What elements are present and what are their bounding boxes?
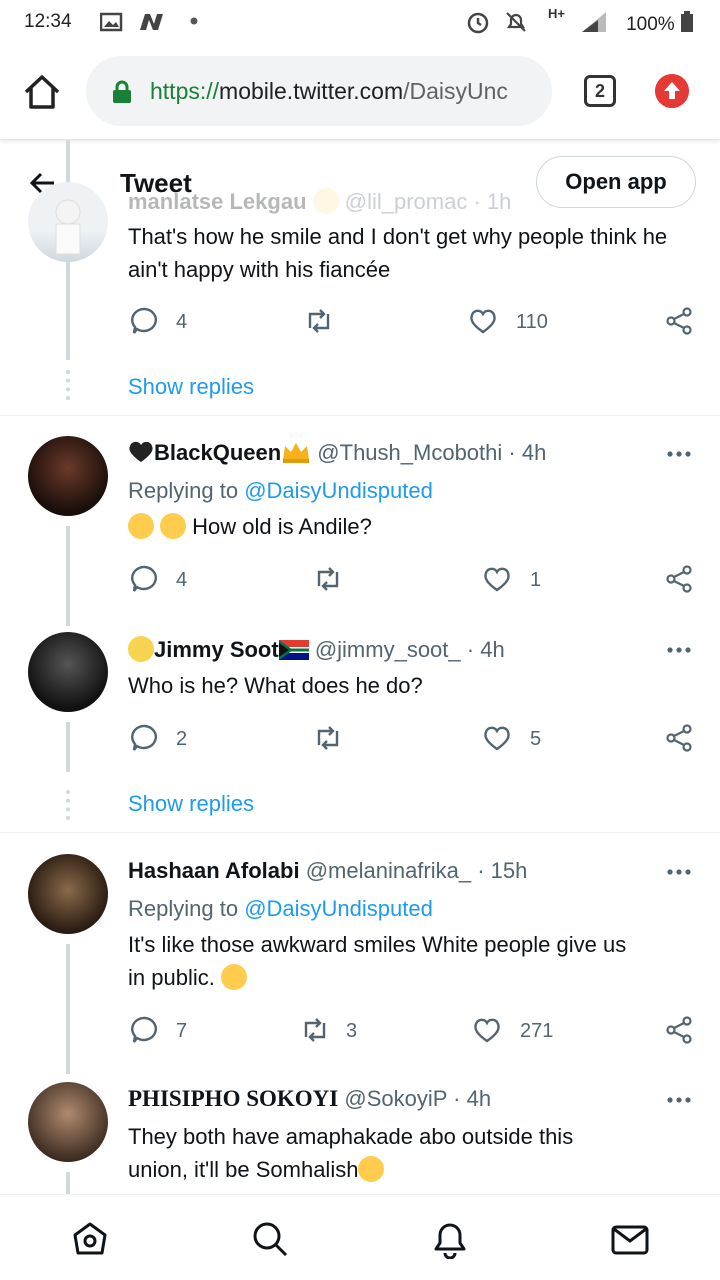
- like-icon[interactable]: [472, 1015, 502, 1045]
- like-icon[interactable]: [482, 564, 512, 594]
- retweet-icon[interactable]: [304, 306, 334, 336]
- mention-link[interactable]: @DaisyUndisputed: [244, 478, 433, 503]
- open-app-button[interactable]: Open app: [536, 156, 696, 208]
- tweet-text: That's how he smile and I don't get why …: [128, 224, 668, 282]
- thread-dots: [66, 790, 70, 820]
- url-field[interactable]: https://mobile.twitter.com/DaisyUnc: [86, 56, 552, 126]
- replying-to: Replying to @DaisyUndisputed: [128, 896, 433, 921]
- tweet-text: Who is he? What does he do?: [128, 673, 423, 698]
- mention-link[interactable]: @DaisyUndisputed: [244, 896, 433, 921]
- divider: [0, 832, 720, 833]
- tweet-header-line: Hashaan Afolabi @melaninafrika_ · 15h: [128, 858, 528, 883]
- home-icon[interactable]: [22, 72, 62, 112]
- alarm-icon: [467, 12, 489, 34]
- thread-line: [66, 526, 70, 626]
- page-title: Tweet: [120, 168, 192, 198]
- signal-icon: [582, 12, 606, 32]
- like-icon[interactable]: [468, 306, 498, 336]
- black-heart-icon: [129, 441, 153, 462]
- network-type: H+: [548, 6, 565, 21]
- like-icon[interactable]: [482, 723, 512, 753]
- retweet-count: 3: [346, 1020, 358, 1042]
- thread-dots: [66, 370, 70, 400]
- reply-icon[interactable]: [130, 564, 160, 594]
- notification-dot-icon: [190, 17, 198, 25]
- reply-count: 4: [176, 569, 188, 591]
- bottom-navigation: [0, 1194, 720, 1280]
- notifications-bell-icon[interactable]: [430, 1219, 470, 1259]
- messages-mail-icon[interactable]: [610, 1219, 650, 1259]
- lock-icon: [113, 80, 131, 103]
- like-count: 271: [520, 1020, 554, 1042]
- replies-timeline: manlatse Lekgau @lil_promac · 1h That's …: [0, 140, 720, 1194]
- thread-line: [66, 944, 70, 1074]
- like-count: 1: [530, 569, 542, 591]
- more-options-icon[interactable]: [666, 1096, 692, 1104]
- battery-icon: [681, 11, 693, 32]
- tweet-text: It's like those awkward smiles White peo…: [128, 932, 627, 990]
- retweet-icon[interactable]: [300, 1015, 330, 1045]
- dvd-emoji-icon: [128, 636, 154, 662]
- like-count: 5: [530, 728, 542, 750]
- status-time: 12:34: [24, 11, 72, 32]
- url-text: https://mobile.twitter.com/DaisyUnc: [150, 78, 508, 104]
- crown-icon: [283, 443, 310, 463]
- reply-icon[interactable]: [130, 306, 160, 336]
- app-n-icon: [140, 14, 163, 30]
- reply-count: 4: [176, 311, 188, 333]
- thread-line: [66, 722, 70, 772]
- thread-line: [66, 1172, 70, 1194]
- replying-to: Replying to @DaisyUndisputed: [128, 478, 433, 503]
- share-icon[interactable]: [664, 564, 694, 594]
- update-icon[interactable]: [655, 74, 689, 108]
- tweet-text: How old is Andile?: [128, 509, 698, 543]
- avatar[interactable]: [28, 632, 108, 712]
- tweet-header-line: BlackQueen @Thush_Mcobothi · 4h: [128, 440, 546, 466]
- tab-count-button[interactable]: 2: [584, 75, 616, 107]
- home-icon[interactable]: [70, 1219, 110, 1259]
- status-bar: 12:34 H+ 100%: [0, 0, 720, 44]
- rolling-laughing-emoji-icon: [156, 509, 190, 543]
- divider: [0, 415, 720, 416]
- avatar[interactable]: [28, 854, 108, 934]
- avatar[interactable]: [28, 1082, 108, 1162]
- tears-of-joy-emoji-icon: [128, 513, 154, 539]
- tweet-text: They both have amaphakade abo outside th…: [128, 1124, 574, 1182]
- more-options-icon[interactable]: [666, 646, 692, 654]
- share-icon[interactable]: [664, 1015, 694, 1045]
- browser-toolbar: https://mobile.twitter.com/DaisyUnc 2: [0, 44, 720, 140]
- weary-face-emoji-icon: [220, 964, 247, 990]
- retweet-icon[interactable]: [313, 723, 343, 753]
- tweet-header-line: PHISIPHO SOKOYI @SokoyiP · 4h: [128, 1086, 492, 1111]
- show-replies-link[interactable]: Show replies: [128, 374, 254, 400]
- more-options-icon[interactable]: [666, 450, 692, 458]
- battery-level: 100%: [626, 11, 694, 36]
- grinning-sweat-emoji-icon: [358, 1156, 385, 1182]
- more-options-icon[interactable]: [666, 868, 692, 876]
- reply-icon[interactable]: [130, 1015, 160, 1045]
- search-icon[interactable]: [250, 1219, 290, 1259]
- gallery-icon: [100, 12, 123, 32]
- tweet-header: Tweet Open app: [0, 150, 720, 216]
- tweet-header-line: Jimmy Soot @jimmy_soot_ · 4h: [128, 636, 505, 663]
- south-africa-flag-icon: [278, 640, 309, 660]
- silent-bell-icon: [506, 12, 526, 32]
- share-icon[interactable]: [664, 306, 694, 336]
- back-arrow-icon[interactable]: [28, 168, 58, 198]
- retweet-icon[interactable]: [313, 564, 343, 594]
- reply-count: 2: [176, 728, 188, 750]
- show-replies-link[interactable]: Show replies: [128, 791, 254, 817]
- avatar[interactable]: [28, 436, 108, 516]
- like-count: 110: [516, 311, 548, 333]
- reply-icon[interactable]: [130, 723, 160, 753]
- share-icon[interactable]: [664, 723, 694, 753]
- reply-count: 7: [176, 1020, 188, 1042]
